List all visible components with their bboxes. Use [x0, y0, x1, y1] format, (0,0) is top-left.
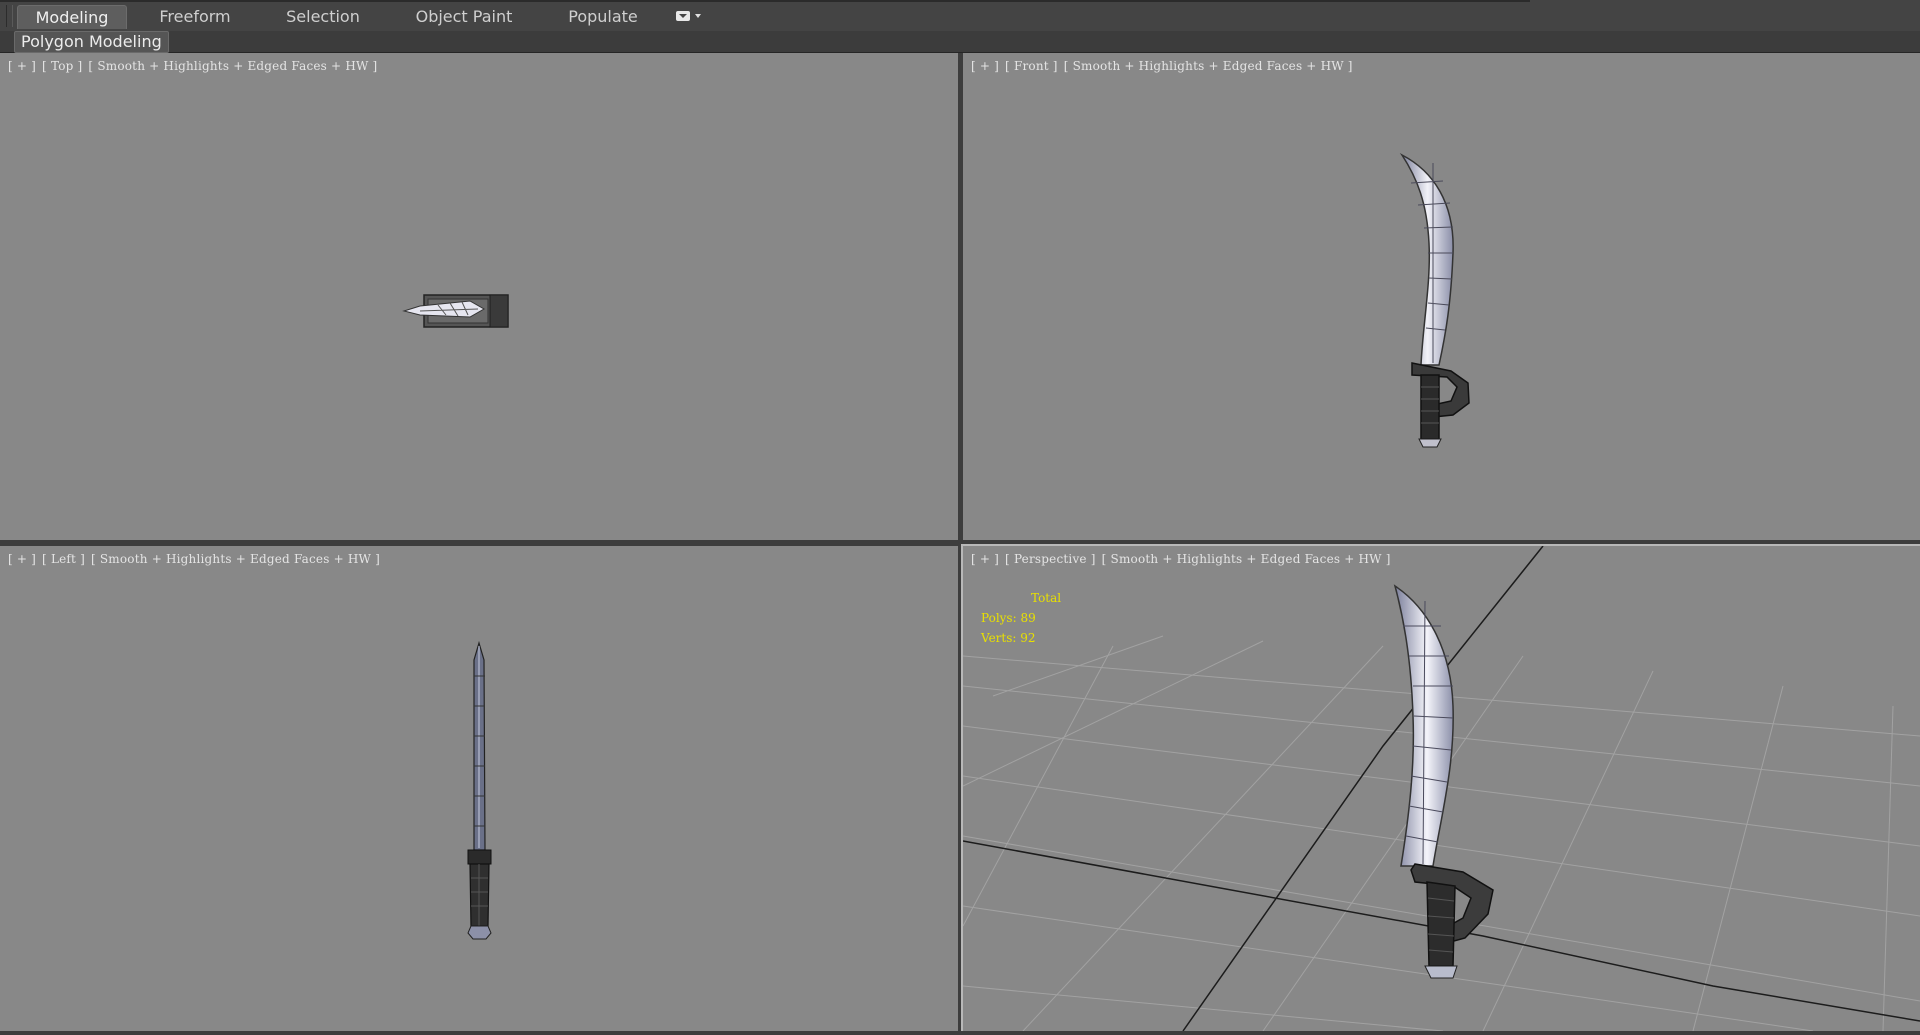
- stats-polys: Polys: 89: [981, 611, 1036, 625]
- viewport-perspective[interactable]: [ + ] [ Perspective ] [ Smooth + Highlight…: [963, 546, 1920, 1031]
- tab-object-paint[interactable]: Object Paint: [409, 5, 519, 29]
- polygon-modeling-panel[interactable]: Polygon Modeling: [14, 31, 169, 53]
- ribbon-panel-bar: Polygon Modeling: [0, 31, 1920, 53]
- ribbon-tab-bar: Modeling Freeform Selection Object Paint…: [0, 0, 1920, 32]
- sword-perspective-view[interactable]: [963, 546, 1920, 1031]
- viewport-label-perspective: [ + ] [ Perspective ] [ Smooth + Highlight…: [971, 552, 1391, 566]
- viewport-top[interactable]: [ + ][ Top ][ Smooth + Highlights + Edge…: [0, 53, 958, 540]
- ribbon-grip[interactable]: [6, 5, 13, 27]
- scene-statistics: Total Polys: 89 Verts: 92: [981, 588, 1061, 648]
- tab-selection[interactable]: Selection: [268, 5, 378, 29]
- viewport-divider-horizontal[interactable]: [0, 540, 1920, 546]
- viewport-shading-menu[interactable]: [ Smooth + Highlights + Edged Faces + HW…: [1102, 552, 1391, 566]
- viewport-menu-plus[interactable]: [ + ]: [971, 552, 999, 566]
- sword-front-view[interactable]: [963, 53, 1920, 540]
- tab-modeling[interactable]: Modeling: [17, 5, 127, 29]
- stats-title: Total: [1031, 591, 1062, 605]
- viewport-point-of-view[interactable]: [ Perspective ]: [1005, 552, 1096, 566]
- title-strip: [0, 0, 1530, 2]
- ribbon-options-icon[interactable]: [676, 11, 704, 23]
- stats-verts: Verts: 92: [981, 631, 1036, 645]
- viewport-front[interactable]: [ + ][ Front ][ Smooth + Highlights + Ed…: [963, 53, 1920, 540]
- ribbon-toggle-icon: [676, 11, 690, 21]
- viewport-left[interactable]: [ + ][ Left ][ Smooth + Highlights + Edg…: [0, 546, 958, 1031]
- sword-left-view[interactable]: [0, 546, 958, 1031]
- chevron-down-icon: [695, 14, 701, 18]
- tab-populate[interactable]: Populate: [548, 5, 658, 29]
- sword-top-view[interactable]: [0, 53, 958, 540]
- tab-freeform[interactable]: Freeform: [140, 5, 250, 29]
- bottom-edge: [0, 1031, 1920, 1035]
